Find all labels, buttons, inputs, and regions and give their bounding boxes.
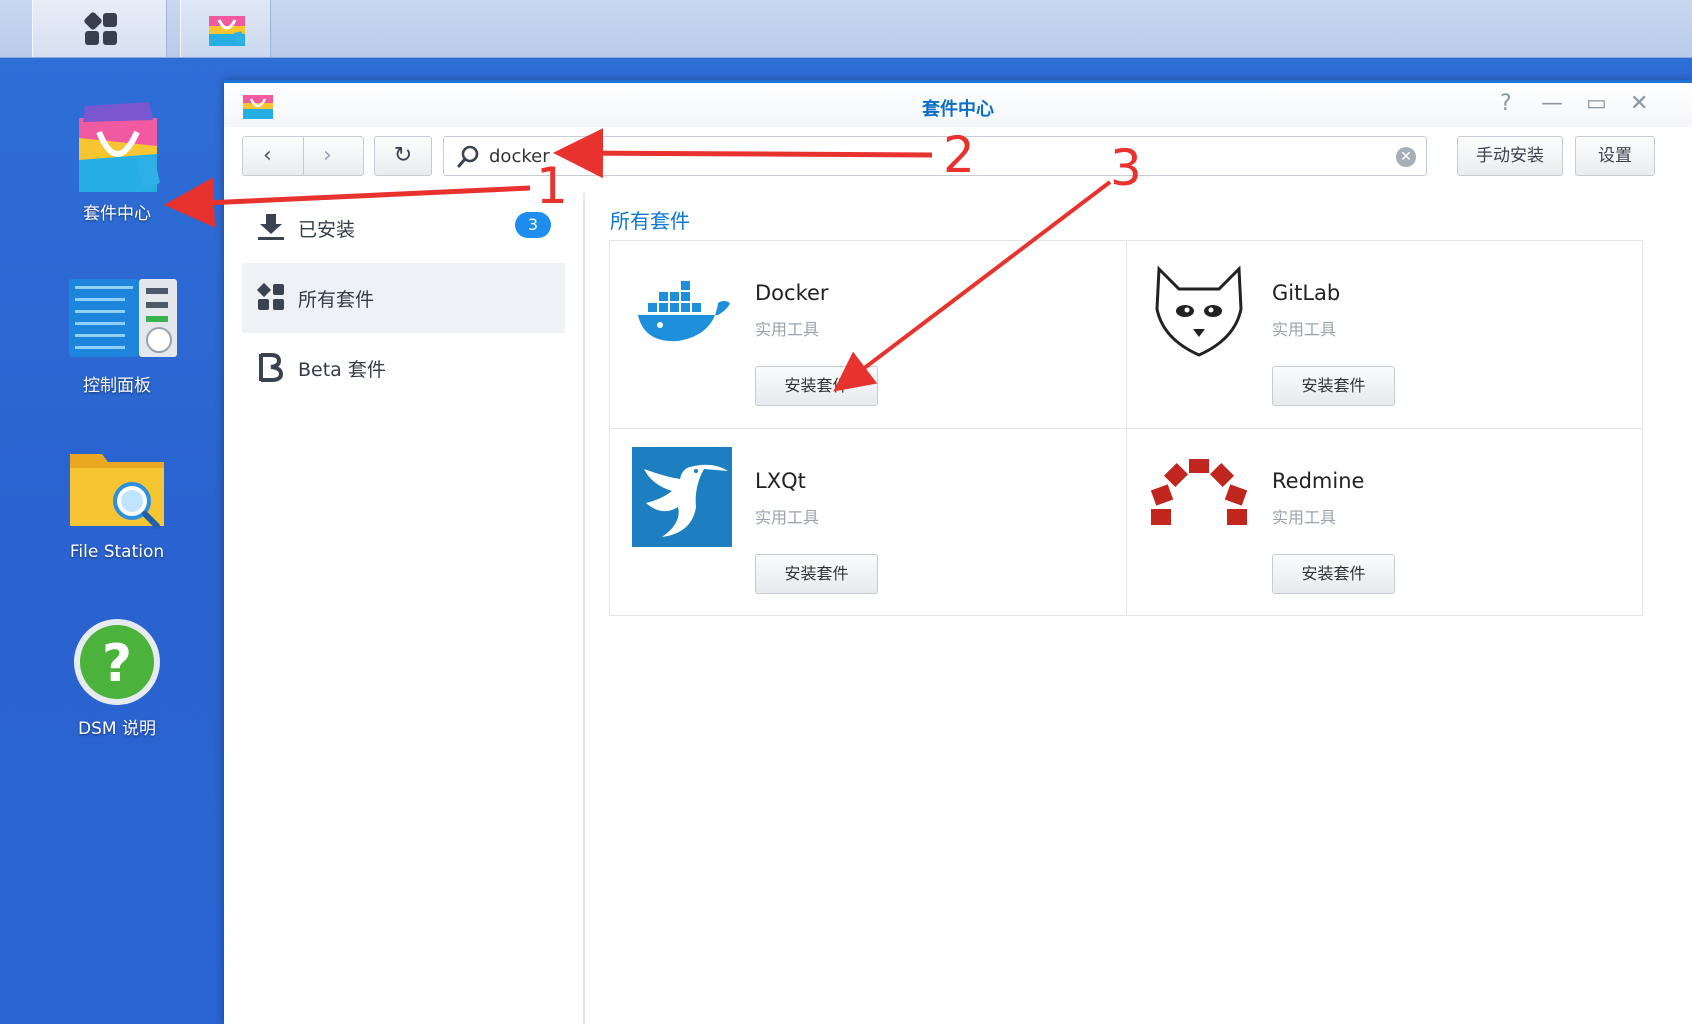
- help-icon: ?: [74, 619, 160, 705]
- sidebar-item-all-packages[interactable]: 所有套件: [242, 263, 565, 333]
- sidebar-item-installed[interactable]: 已安装 3: [242, 193, 565, 263]
- sidebar-item-beta[interactable]: Beta 套件: [242, 333, 565, 403]
- download-icon: [258, 214, 284, 240]
- install-button-docker[interactable]: 安装套件: [755, 366, 878, 406]
- desktop-icon-file-station[interactable]: File Station: [42, 446, 192, 576]
- close-button[interactable]: ✕: [1630, 93, 1648, 115]
- nav-separator: [303, 137, 304, 175]
- refresh-button[interactable]: ↻: [374, 136, 432, 176]
- settings-button[interactable]: 设置: [1575, 136, 1655, 176]
- package-grid: Docker 实用工具 安装套件 GitLab 实用工具 安装套件 LXQt 实…: [609, 240, 1643, 616]
- installed-count-badge: 3: [515, 212, 551, 238]
- folder-search-icon: [70, 454, 164, 529]
- taskbar: [0, 0, 1692, 58]
- package-center-window: 套件中心 ? — ▭ ✕ ‹ › ↻ docker ✕ 手动安装 设置 已安装 …: [224, 80, 1692, 1024]
- section-title: 所有套件: [610, 209, 690, 233]
- sidebar-item-label: 已安装: [298, 219, 356, 241]
- package-card-redmine[interactable]: Redmine 实用工具 安装套件: [1127, 429, 1643, 616]
- install-button-gitlab[interactable]: 安装套件: [1272, 366, 1395, 406]
- desktop-icon-package-center[interactable]: 套件中心: [42, 98, 192, 228]
- search-input[interactable]: docker ✕: [443, 136, 1427, 176]
- window-title: 套件中心: [922, 99, 994, 120]
- install-button-lxqt[interactable]: 安装套件: [755, 554, 878, 594]
- desktop-icon-label: 套件中心: [83, 204, 151, 224]
- package-center-icon: [79, 102, 160, 192]
- desktop-icon-label: 控制面板: [83, 376, 151, 396]
- main-menu-button[interactable]: [32, 0, 167, 57]
- annotation-step-3: 3: [1110, 139, 1142, 197]
- forward-button[interactable]: ›: [323, 144, 332, 168]
- sidebar-item-label: Beta 套件: [298, 359, 386, 381]
- sidebar-divider: [583, 193, 585, 1024]
- nav-button-group: ‹ ›: [242, 136, 364, 176]
- package-name: GitLab: [1272, 281, 1341, 305]
- back-button[interactable]: ‹: [263, 144, 272, 168]
- package-center-icon: [209, 16, 245, 46]
- desktop-icon-label: DSM 说明: [78, 719, 156, 739]
- manual-install-button[interactable]: 手动安装: [1457, 136, 1563, 176]
- docker-whale-icon: [638, 281, 730, 342]
- package-card-docker[interactable]: Docker 实用工具 安装套件: [610, 241, 1126, 428]
- titlebar[interactable]: 套件中心 ? — ▭ ✕: [224, 83, 1692, 127]
- package-name: Docker: [755, 281, 829, 305]
- package-category: 实用工具: [755, 508, 820, 527]
- help-button[interactable]: ?: [1500, 93, 1512, 115]
- desktop-icon-control-panel[interactable]: 控制面板: [42, 274, 192, 404]
- annotation-step-2: 2: [943, 126, 975, 184]
- annotation-step-1: 1: [536, 157, 568, 215]
- lxqt-bird-icon: [632, 447, 732, 547]
- package-category: 实用工具: [755, 320, 820, 339]
- minimize-button[interactable]: —: [1541, 93, 1563, 115]
- package-category: 实用工具: [1272, 508, 1337, 527]
- gitlab-cat-icon: [1155, 265, 1243, 357]
- package-name: Redmine: [1272, 469, 1365, 493]
- install-button-redmine[interactable]: 安装套件: [1272, 554, 1395, 594]
- sidebar-item-label: 所有套件: [298, 289, 375, 311]
- taskbar-package-center-button[interactable]: [180, 0, 271, 57]
- clear-icon[interactable]: ✕: [1396, 147, 1416, 167]
- grid-icon: [256, 282, 284, 310]
- grid-icon: [83, 11, 118, 46]
- package-name: LXQt: [755, 469, 806, 493]
- package-card-lxqt[interactable]: LXQt 实用工具 安装套件: [610, 429, 1126, 616]
- control-panel-icon: [69, 279, 177, 357]
- desktop-icon-label: File Station: [69, 542, 165, 562]
- svg-text:?: ?: [102, 634, 132, 694]
- redmine-arch-icon: [1150, 459, 1248, 525]
- package-card-gitlab[interactable]: GitLab 实用工具 安装套件: [1127, 241, 1643, 428]
- beta-icon: [259, 353, 284, 382]
- desktop-icon-dsm-help[interactable]: ? DSM 说明: [42, 618, 192, 748]
- sidebar: 已安装 3 所有套件 Beta 套件: [224, 193, 584, 1024]
- search-icon: [457, 145, 479, 168]
- maximize-button[interactable]: ▭: [1586, 93, 1607, 115]
- package-category: 实用工具: [1272, 320, 1337, 339]
